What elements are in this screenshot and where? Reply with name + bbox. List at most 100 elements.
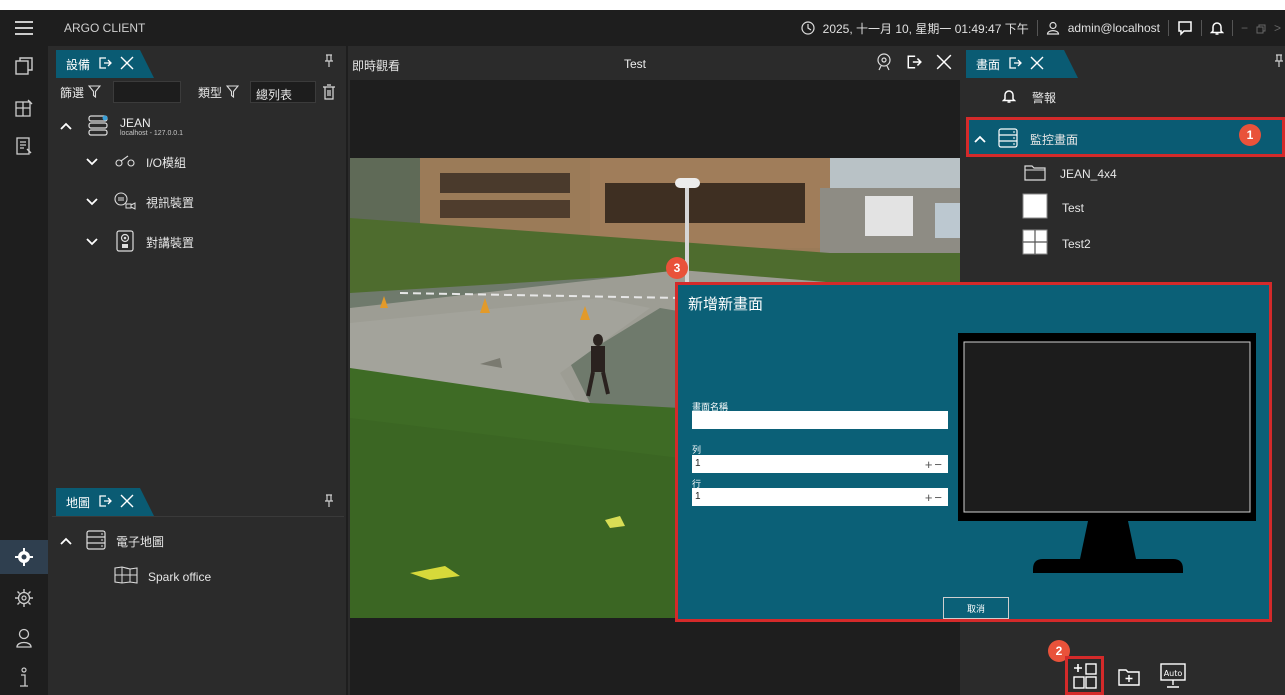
screen-item-label: Test	[1062, 200, 1085, 215]
devices-panel: 設備	[52, 46, 344, 486]
server-icon	[88, 114, 110, 139]
maximize-icon[interactable]	[1256, 21, 1266, 35]
filter-funnel-icon[interactable]	[87, 84, 102, 101]
close-icon[interactable]	[1030, 56, 1044, 73]
map-server-icon	[86, 530, 106, 553]
hamburger-menu-icon[interactable]	[12, 16, 36, 40]
map-item-label: Spark office	[148, 569, 212, 584]
type-funnel-icon[interactable]	[225, 84, 240, 101]
undock-icon[interactable]	[1008, 56, 1022, 73]
minimize-icon[interactable]: −	[1241, 21, 1248, 35]
io-module-icon	[114, 154, 136, 171]
tree-item-io[interactable]: I/O模組	[86, 154, 186, 171]
divider	[1036, 20, 1038, 36]
undock-icon[interactable]	[906, 54, 922, 73]
divider	[1231, 20, 1233, 36]
info-icon[interactable]	[12, 666, 36, 690]
left-nav-rail	[0, 10, 48, 695]
devices-tab-label: 設備	[66, 57, 91, 72]
new-screen-dialog: 新增新畫面 畫面名稱 列 1 +− 行 1 +− 取消	[675, 282, 1272, 622]
map-icon	[114, 566, 138, 587]
map-item-spark-office[interactable]: Spark office	[114, 566, 211, 587]
filter-input[interactable]	[113, 81, 181, 103]
tree-item-video[interactable]: 視訊裝置	[86, 192, 194, 213]
map-tab-label: 地圖	[66, 495, 91, 510]
close-icon[interactable]	[120, 494, 134, 511]
close-icon[interactable]	[936, 54, 952, 73]
type-label: 類型	[198, 86, 223, 100]
tree-item-label: 對講裝置	[146, 236, 195, 250]
bell-icon[interactable]	[1209, 20, 1225, 36]
map-tree-root[interactable]: 電子地圖	[60, 530, 164, 553]
auto-screen-icon[interactable]: Auto	[1160, 663, 1186, 692]
auto-label: Auto	[1164, 669, 1183, 678]
trash-icon[interactable]	[322, 84, 336, 103]
monitor-screens-item[interactable]: 監控畫面	[974, 128, 1078, 151]
close-window-icon[interactable]: >	[1274, 21, 1281, 35]
type-select[interactable]: 總列表	[250, 81, 316, 103]
screen-name-input[interactable]	[692, 411, 948, 429]
user-name[interactable]: admin@localhost	[1068, 21, 1160, 35]
ptz-icon[interactable]	[876, 53, 892, 74]
chat-icon[interactable]	[1177, 20, 1193, 36]
close-icon[interactable]	[120, 56, 134, 73]
undock-icon[interactable]	[98, 494, 112, 511]
alarm-item[interactable]: 警報	[1001, 88, 1057, 107]
screen-item-label: Test2	[1062, 236, 1091, 251]
intercom-icon	[114, 230, 136, 255]
screen-item-jean-4x4[interactable]: JEAN_4x4	[1024, 163, 1117, 184]
chevron-up-icon[interactable]	[60, 120, 72, 134]
top-margin	[0, 0, 1285, 10]
settings-gear-icon[interactable]	[0, 540, 48, 574]
alarm-label: 警報	[1032, 91, 1057, 105]
chevron-down-icon[interactable]	[86, 196, 98, 210]
layout-edit-icon[interactable]	[12, 96, 36, 120]
screen-item-test[interactable]: Test	[1022, 193, 1084, 222]
tree-item-intercom[interactable]: 對講裝置	[86, 230, 194, 255]
splitter[interactable]	[346, 46, 348, 695]
columns-input[interactable]: 1 +−	[692, 455, 948, 473]
map-tab[interactable]: 地圖	[56, 488, 154, 516]
rows-stepper-icon[interactable]: +−	[925, 489, 944, 507]
pin-icon[interactable]	[1274, 54, 1284, 71]
live-view-title: 即時觀看	[352, 59, 401, 73]
clock-icon	[801, 21, 815, 36]
devices-tab[interactable]: 設備	[56, 50, 154, 78]
divider	[1167, 20, 1169, 36]
server-node[interactable]: JEAN localhost - 127.0.0.1	[120, 116, 183, 137]
video-device-icon	[114, 192, 136, 213]
title-bar-right: 2025, 十一月 10, 星期一 01:49:47 下午 admin@loca…	[801, 10, 1285, 46]
live-view-label: 即時觀看	[352, 57, 400, 74]
bell-icon	[1001, 88, 1017, 107]
pin-icon[interactable]	[324, 54, 334, 71]
filter-label: 篩選	[60, 86, 85, 100]
cancel-button[interactable]: 取消	[943, 597, 1009, 619]
type-filter: 類型	[198, 84, 240, 101]
app-window: ARGO CLIENT 2025, 十一月 10, 星期一 01:49:47 下…	[0, 0, 1285, 695]
monitor-label: 監控畫面	[1030, 133, 1079, 147]
screen-item-test2[interactable]: Test2	[1022, 229, 1091, 258]
chevron-up-icon[interactable]	[60, 535, 72, 549]
report-icon[interactable]	[12, 134, 36, 158]
add-screen-icon[interactable]	[1072, 662, 1098, 693]
add-folder-icon[interactable]	[1118, 667, 1140, 690]
user-icon[interactable]	[12, 626, 36, 650]
app-title: ARGO CLIENT	[64, 21, 146, 35]
pin-icon[interactable]	[324, 494, 334, 511]
windows-icon[interactable]	[12, 54, 36, 78]
single-layout-icon	[1022, 193, 1048, 222]
tree-item-label: I/O模組	[146, 156, 187, 170]
chevron-up-icon[interactable]	[974, 133, 986, 147]
user-account-icon	[1046, 21, 1060, 36]
map-root-label: 電子地圖	[116, 535, 165, 549]
live-view-tools	[876, 53, 952, 74]
annotation-badge-3: 3	[666, 257, 688, 279]
screens-tab[interactable]: 畫面	[966, 50, 1078, 78]
advanced-settings-icon[interactable]	[12, 586, 36, 610]
columns-stepper-icon[interactable]: +−	[925, 456, 944, 474]
columns-value: 1	[695, 458, 701, 469]
rows-input[interactable]: 1 +−	[692, 488, 948, 506]
chevron-down-icon[interactable]	[86, 236, 98, 250]
chevron-down-icon[interactable]	[86, 156, 98, 170]
undock-icon[interactable]	[98, 56, 112, 73]
